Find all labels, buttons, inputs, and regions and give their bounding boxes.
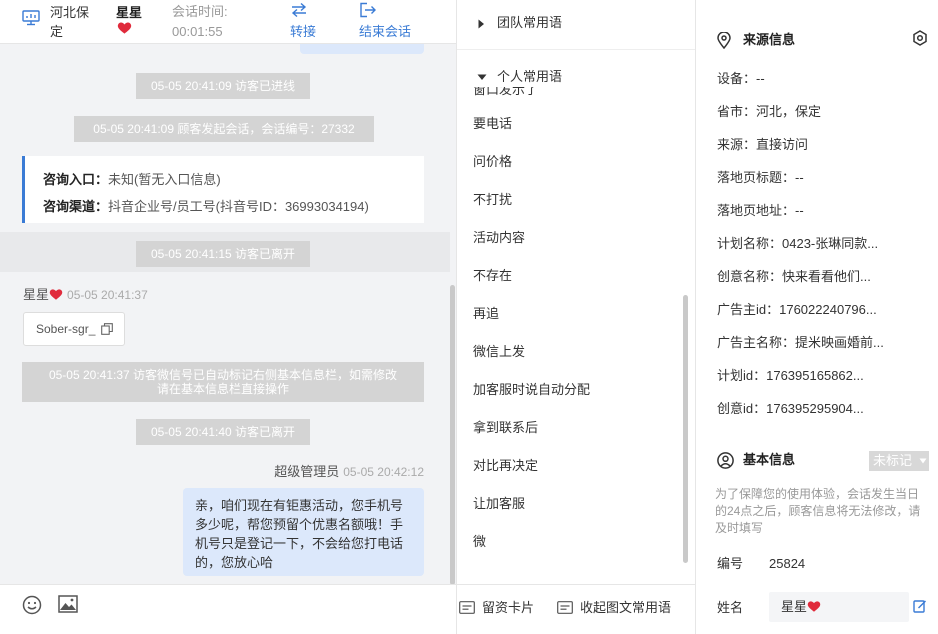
visitor-info-panel: 来源信息 设备：-- 省市：河北，保定 来源：直接访问 落地页标题：-- 落地页… xyxy=(697,0,938,634)
caret-right-icon xyxy=(478,19,484,29)
caret-down-icon xyxy=(477,74,487,80)
visitor-message-text: Sober-sgr_ xyxy=(36,322,96,336)
user-icon xyxy=(717,452,734,469)
message-composer xyxy=(0,584,456,634)
phrase-item[interactable]: 微信上发 xyxy=(473,337,673,367)
phrase-item[interactable]: 要电话 xyxy=(473,109,673,139)
collapse-phrases-button[interactable]: 收起图文常用语 xyxy=(557,599,671,617)
session-time-label: 会话时间: xyxy=(172,4,228,19)
info-advertiser-name: 广告主名称：提米映画婚前... xyxy=(717,335,884,350)
visitor-message-card[interactable]: Sober-sgr_ xyxy=(23,312,125,346)
collapse-phrases-label: 收起图文常用语 xyxy=(580,600,672,615)
common-phrases-panel: 团队常用语 个人常用语 窗口发示了 要电话 问价格 不打扰 活动内容 不存在 再… xyxy=(456,0,696,634)
info-creative-name: 创意名称：快来看看他们... xyxy=(717,269,871,284)
chat-scrollbar[interactable] xyxy=(450,285,455,585)
team-phrases-label: 团队常用语 xyxy=(497,15,563,30)
agent-message-bubble: 亲，咱们现在有钜惠活动，您手机号多少呢，帮您预留个优惠名额哦！手机号只是登记一下… xyxy=(183,488,424,576)
visitor-sender-name: 星星 xyxy=(23,287,50,302)
info-plan-name: 计划名称：0423-张琳同款... xyxy=(717,236,879,251)
source-info-label: 来源信息 xyxy=(743,32,796,47)
transfer-icon xyxy=(291,2,307,18)
previous-message-bubble xyxy=(300,44,424,54)
end-session-button[interactable]: 结束会话 xyxy=(358,0,428,44)
heart-icon xyxy=(807,601,821,612)
phrase-item[interactable]: 不打扰 xyxy=(473,185,673,215)
phrase-item[interactable]: 让加客服 xyxy=(473,489,673,519)
edit-icon[interactable] xyxy=(913,599,927,613)
basic-info-title: 基本信息 xyxy=(717,451,795,469)
system-message: 05-05 20:41:37 访客微信号已自动标记右侧基本信息栏，如需修改 请在… xyxy=(22,362,424,402)
emoji-icon[interactable] xyxy=(22,595,42,615)
info-advertiser-id: 广告主id：176022240796... xyxy=(717,302,877,317)
session-time-value: 00:01:55 xyxy=(172,24,223,39)
transfer-label: 转接 xyxy=(290,24,317,39)
visitor-message-time: 05-05 20:41:37 xyxy=(67,288,148,302)
info-creative-id: 创意id：176395295904... xyxy=(717,401,864,416)
card-icon xyxy=(459,601,475,614)
basic-info-label: 基本信息 xyxy=(743,452,796,467)
phrase-item[interactable]: 对比再决定 xyxy=(473,451,673,481)
copy-icon[interactable] xyxy=(101,323,113,335)
phrase-item[interactable]: 问价格 xyxy=(473,147,673,177)
visitor-name: 星星 xyxy=(116,5,143,20)
location-pin-icon xyxy=(717,32,731,49)
info-province-city: 省市：河北，保定 xyxy=(717,104,822,119)
info-landing-url: 落地页地址：-- xyxy=(717,203,804,218)
inquiry-entry-row: 咨询入口：未知(暂无入口信息) xyxy=(43,166,424,193)
tag-dropdown[interactable]: 未标记 xyxy=(869,451,929,471)
agent-message-meta: 超级管理员 05-05 20:42:12 xyxy=(274,464,424,480)
phrase-item[interactable]: 窗口发示了 xyxy=(473,87,673,105)
chat-header: 河北保定 星星 会话时间: 00:01:55 转接 结束会话 xyxy=(0,0,456,44)
basic-info-note: 为了保障您的使用体验，会话发生当日的24点之后，顾客信息将无法修改，请及时填写 xyxy=(715,487,921,535)
phrase-item[interactable]: 不存在 xyxy=(473,261,673,291)
system-message: 05-05 20:41:09 顾客发起会话，会话编号：27332 xyxy=(74,116,374,142)
info-landing-title: 落地页标题：-- xyxy=(717,170,804,185)
card-icon xyxy=(557,601,573,614)
phrase-item[interactable]: 微 xyxy=(473,527,673,557)
system-message: 05-05 20:41:15 访客已离开 xyxy=(136,241,310,267)
phrase-item[interactable]: 活动内容 xyxy=(473,223,673,253)
chat-panel: 河北保定 星星 会话时间: 00:01:55 转接 结束会话 05-05 20:… xyxy=(0,0,456,634)
number-label: 编号 xyxy=(717,556,744,571)
tag-dropdown-label: 未标记 xyxy=(873,453,913,468)
info-source: 来源：直接访问 xyxy=(717,137,809,152)
system-message: 05-05 20:41:40 访客已离开 xyxy=(136,419,310,445)
settings-icon[interactable] xyxy=(912,30,928,46)
monitor-icon xyxy=(22,10,40,26)
inquiry-channel-label: 咨询渠道： xyxy=(43,199,109,214)
visitor-message-meta: 星星 05-05 20:41:37 xyxy=(23,287,148,303)
heart-icon xyxy=(49,289,63,300)
inquiry-entry-value: 未知(暂无入口信息) xyxy=(108,172,221,187)
phrase-item[interactable]: 加客服时说自动分配 xyxy=(473,375,673,405)
transfer-button[interactable]: 转接 xyxy=(288,0,328,44)
phrase-item[interactable]: 再追 xyxy=(473,299,673,329)
source-info-title: 来源信息 xyxy=(717,31,795,49)
team-phrases-group[interactable]: 团队常用语 xyxy=(457,0,695,50)
personal-phrases-label: 个人常用语 xyxy=(497,69,563,84)
chevron-down-icon xyxy=(919,458,927,464)
image-icon[interactable] xyxy=(58,595,78,613)
heart-icon xyxy=(117,22,132,34)
info-device: 设备：-- xyxy=(717,71,765,86)
end-session-label: 结束会话 xyxy=(359,24,412,39)
inquiry-channel-value: 抖音企业号/员工号(抖音号ID：36993034194) xyxy=(108,199,369,214)
info-plan-id: 计划id：176395165862... xyxy=(717,368,864,383)
agent-message-time: 05-05 20:42:12 xyxy=(343,465,424,479)
phrase-item[interactable]: 拿到联系后 xyxy=(473,413,673,443)
name-value: 星星 xyxy=(781,599,808,614)
phrase-list: 窗口发示了 要电话 问价格 不打扰 活动内容 不存在 再追 微信上发 加客服时说… xyxy=(457,87,695,577)
phrase-footer: 留资卡片 收起图文常用语 xyxy=(457,584,695,634)
name-label: 姓名 xyxy=(717,600,744,615)
inquiry-channel-row: 咨询渠道：抖音企业号/员工号(抖音号ID：36993034194) xyxy=(43,193,424,220)
inquiry-card: 咨询入口：未知(暂无入口信息) 咨询渠道：抖音企业号/员工号(抖音号ID：369… xyxy=(22,156,424,223)
phrase-scrollbar[interactable] xyxy=(683,295,688,563)
agent-sender-name: 超级管理员 xyxy=(274,464,340,479)
logout-icon xyxy=(360,2,376,18)
lead-card-button[interactable]: 留资卡片 xyxy=(459,599,534,617)
inquiry-entry-label: 咨询入口： xyxy=(43,172,109,187)
system-message: 05-05 20:41:09 访客已进线 xyxy=(136,73,310,99)
number-value: 25824 xyxy=(769,556,806,571)
name-field[interactable]: 星星 xyxy=(769,592,909,622)
visitor-location: 河北保定 xyxy=(50,5,90,39)
